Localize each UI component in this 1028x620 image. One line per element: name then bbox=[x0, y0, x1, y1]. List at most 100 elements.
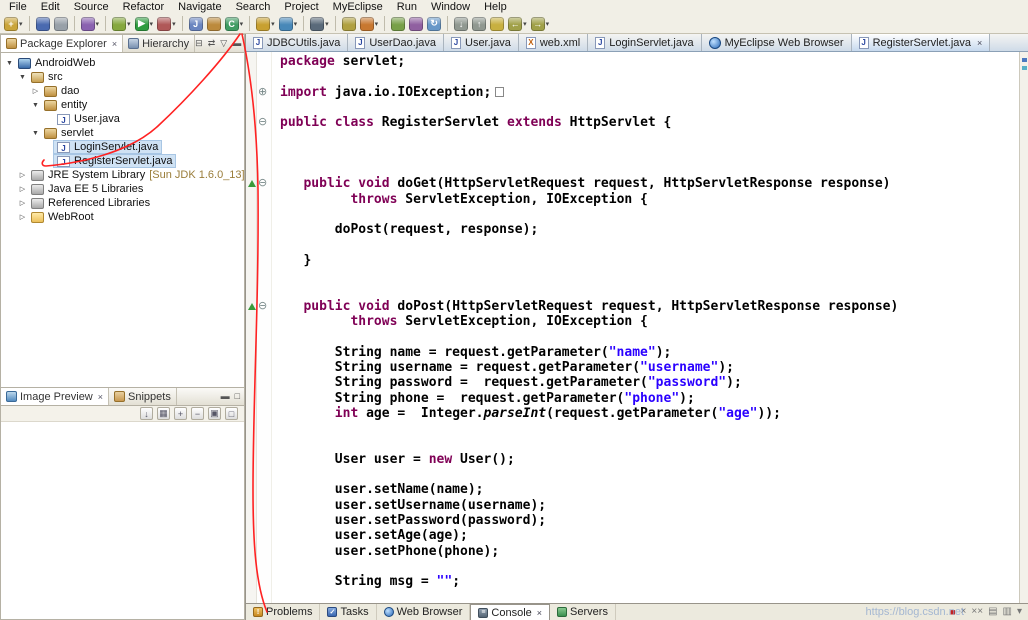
zoom-in-icon[interactable]: + bbox=[174, 407, 187, 420]
menu-source[interactable]: Source bbox=[67, 0, 116, 14]
code-line[interactable]: public void doPost(HttpServletRequest re… bbox=[280, 299, 1019, 314]
forward-button[interactable]: →▾ bbox=[530, 16, 551, 32]
menu-help[interactable]: Help bbox=[477, 0, 514, 14]
code-line[interactable] bbox=[280, 283, 1019, 298]
code-line[interactable] bbox=[280, 69, 1019, 84]
code-line[interactable]: import java.io.IOException; bbox=[280, 85, 1019, 100]
dropdown-arrow-icon[interactable]: ▾ bbox=[127, 20, 131, 28]
code-line[interactable] bbox=[280, 161, 1019, 176]
bottom-tab-tasks[interactable]: ✓Tasks bbox=[320, 604, 376, 620]
code-line[interactable]: user.setPhone(phone); bbox=[280, 544, 1019, 559]
fold-expand-icon[interactable]: ⊕ bbox=[258, 85, 267, 98]
code-line[interactable]: String phone = request.getParameter("pho… bbox=[280, 391, 1019, 406]
view-tab-hierarchy[interactable]: Hierarchy bbox=[123, 35, 195, 52]
overview-ruler[interactable] bbox=[1019, 52, 1028, 603]
code-line[interactable]: package servlet; bbox=[280, 54, 1019, 69]
code-line[interactable]: String password = request.getParameter("… bbox=[280, 375, 1019, 390]
editor-tab-userdao-java[interactable]: JUserDao.java bbox=[348, 34, 444, 51]
dropdown-arrow-icon[interactable]: ▾ bbox=[271, 20, 275, 28]
tree-item-java-ee-5-libraries[interactable]: ▷Java EE 5 Libraries bbox=[1, 182, 244, 196]
last-edit-location-button[interactable] bbox=[489, 16, 505, 32]
export-image-icon[interactable]: ↓ bbox=[140, 407, 153, 420]
menu-myeclipse[interactable]: MyEclipse bbox=[326, 0, 390, 14]
editor-tab-user-java[interactable]: JUser.java bbox=[444, 34, 519, 51]
remove-all-launches-icon[interactable]: ×× bbox=[971, 607, 983, 617]
expand-arrow-icon[interactable]: ▼ bbox=[17, 74, 28, 81]
fold-collapse-icon[interactable]: ⊖ bbox=[258, 299, 267, 312]
code-line[interactable] bbox=[280, 100, 1019, 115]
link-with-editor-icon[interactable]: ⇄ bbox=[208, 39, 216, 48]
editor-tab-loginservlet-java[interactable]: JLoginServlet.java bbox=[588, 34, 701, 51]
next-annotation-button[interactable]: ↓ bbox=[453, 16, 469, 32]
package-tree[interactable]: ▼AndroidWeb▼src▷dao▼entityJUser.java▼ser… bbox=[1, 53, 244, 387]
dropdown-arrow-icon[interactable]: ▾ bbox=[546, 20, 550, 28]
menu-navigate[interactable]: Navigate bbox=[171, 0, 228, 14]
expand-arrow-icon[interactable]: ▷ bbox=[17, 185, 28, 193]
javadoc-button[interactable] bbox=[408, 16, 424, 32]
tree-item-androidweb[interactable]: ▼AndroidWeb bbox=[1, 56, 244, 70]
prev-annotation-button[interactable]: ↑ bbox=[471, 16, 487, 32]
code-line[interactable]: user.setAge(age); bbox=[280, 528, 1019, 543]
tree-item-src[interactable]: ▼src bbox=[1, 70, 244, 84]
menu-project[interactable]: Project bbox=[277, 0, 325, 14]
editor-tab-web-xml[interactable]: Xweb.xml bbox=[519, 34, 588, 51]
code-line[interactable]: String name = request.getParameter("name… bbox=[280, 345, 1019, 360]
menu-file[interactable]: File bbox=[2, 0, 34, 14]
dropdown-arrow-icon[interactable]: ▾ bbox=[240, 20, 244, 28]
editor-tab-myeclipse-web-browser[interactable]: MyEclipse Web Browser bbox=[702, 34, 852, 51]
collapse-all-icon[interactable]: ⊟ bbox=[195, 39, 203, 48]
code-line[interactable]: public void doGet(HttpServletRequest req… bbox=[280, 176, 1019, 191]
code-line[interactable]: String msg = ""; bbox=[280, 574, 1019, 589]
database-explorer-button[interactable] bbox=[341, 16, 357, 32]
expand-arrow-icon[interactable]: ▼ bbox=[30, 102, 41, 109]
fold-gutter[interactable]: ⊕ ⊖ ⊖ ⊖ bbox=[257, 52, 272, 603]
new-java-project-button[interactable]: J bbox=[188, 16, 204, 32]
dropdown-arrow-icon[interactable]: ▾ bbox=[172, 20, 176, 28]
editor-tab-jdbcutils-java[interactable]: JJDBCUtils.java bbox=[246, 34, 348, 51]
tree-item-webroot[interactable]: ▷WebRoot bbox=[1, 210, 244, 224]
code-line[interactable]: User user = new User(); bbox=[280, 452, 1019, 467]
run-button[interactable]: ▶▾ bbox=[134, 16, 155, 32]
code-line[interactable] bbox=[280, 436, 1019, 451]
code-line[interactable] bbox=[280, 268, 1019, 283]
fold-collapse-icon[interactable]: ⊖ bbox=[258, 176, 267, 189]
code-line[interactable] bbox=[280, 329, 1019, 344]
close-icon[interactable]: × bbox=[96, 392, 103, 402]
tree-item-registerservlet-java[interactable]: JRegisterServlet.java bbox=[1, 154, 244, 168]
tomcat-button[interactable]: ▾ bbox=[359, 16, 380, 32]
dropdown-arrow-icon[interactable]: ▾ bbox=[375, 20, 379, 28]
console-menu-icon[interactable]: ▾ bbox=[1017, 607, 1022, 617]
code-line[interactable]: doPost(request, response); bbox=[280, 222, 1019, 237]
expand-arrow-icon[interactable]: ▼ bbox=[30, 130, 41, 137]
tree-item-dao[interactable]: ▷dao bbox=[1, 84, 244, 98]
debug-button[interactable]: ▾ bbox=[111, 16, 132, 32]
close-icon[interactable]: × bbox=[975, 38, 982, 48]
view-tab-image-preview[interactable]: Image Preview× bbox=[1, 388, 109, 405]
code-line[interactable]: user.setPassword(password); bbox=[280, 513, 1019, 528]
dropdown-arrow-icon[interactable]: ▾ bbox=[325, 20, 329, 28]
view-tab-package-explorer[interactable]: Package Explorer× bbox=[1, 35, 123, 52]
deploy-button[interactable]: ▾ bbox=[80, 16, 101, 32]
code-line[interactable] bbox=[280, 467, 1019, 482]
scroll-lock-icon[interactable]: ▥ bbox=[1003, 607, 1012, 617]
fold-collapse-icon[interactable]: ⊖ bbox=[258, 115, 267, 128]
code-line[interactable]: public class RegisterServlet extends Htt… bbox=[280, 115, 1019, 130]
tree-item-loginservlet-java[interactable]: JLoginServlet.java bbox=[1, 140, 244, 154]
profile-button[interactable]: ▾ bbox=[156, 16, 177, 32]
view-tab-snippets[interactable]: Snippets bbox=[109, 388, 177, 405]
expand-arrow-icon[interactable]: ▷ bbox=[17, 171, 28, 179]
expand-arrow-icon[interactable]: ▼ bbox=[4, 60, 15, 67]
menu-run[interactable]: Run bbox=[390, 0, 424, 14]
tree-item-entity[interactable]: ▼entity bbox=[1, 98, 244, 112]
dropdown-arrow-icon[interactable]: ▾ bbox=[294, 20, 298, 28]
code-line[interactable] bbox=[280, 421, 1019, 436]
code-line[interactable]: user.setName(name); bbox=[280, 482, 1019, 497]
annotation-ruler[interactable] bbox=[246, 52, 257, 603]
code-area[interactable]: package servlet; import java.io.IOExcepti… bbox=[272, 52, 1019, 603]
code-line[interactable]: } bbox=[280, 253, 1019, 268]
bottom-tab-console[interactable]: ≡Console× bbox=[470, 604, 550, 620]
code-line[interactable]: int age = Integer.parseInt(request.getPa… bbox=[280, 406, 1019, 421]
close-icon[interactable]: × bbox=[110, 39, 117, 49]
fit-window-icon[interactable]: ▣ bbox=[208, 407, 221, 420]
menu-search[interactable]: Search bbox=[229, 0, 278, 14]
